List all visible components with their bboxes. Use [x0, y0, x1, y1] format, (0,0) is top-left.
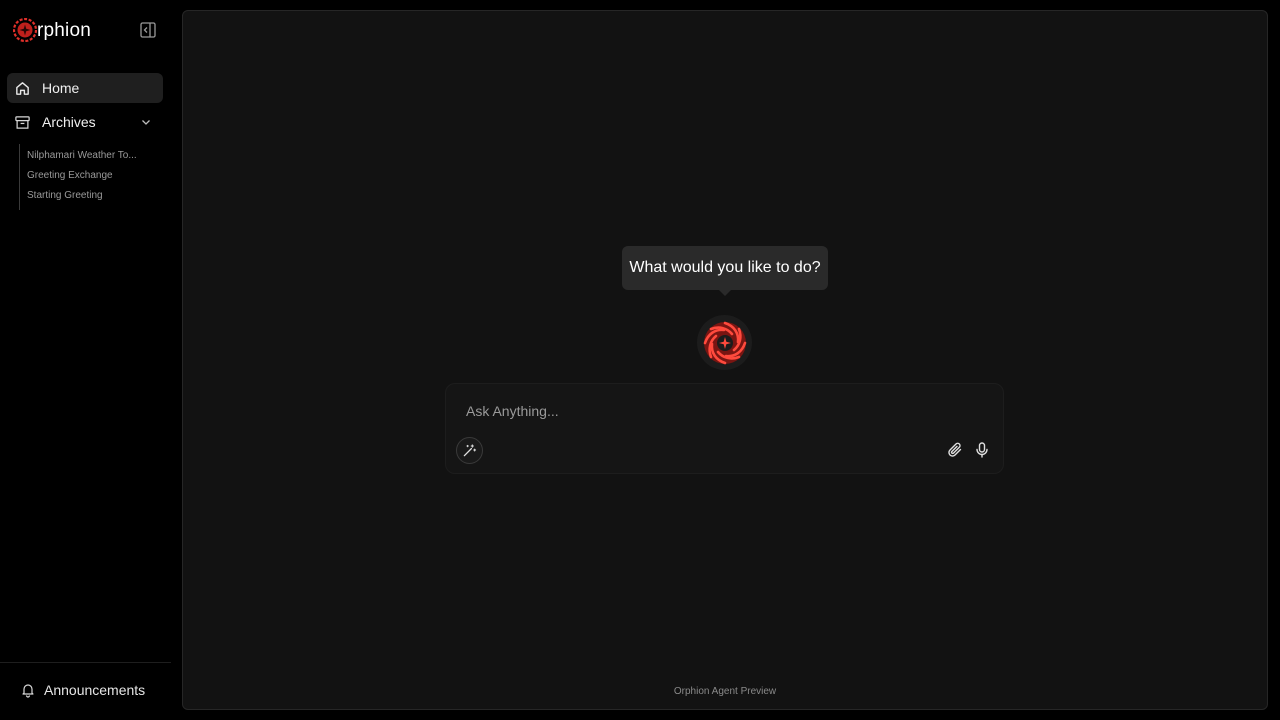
home-icon [13, 79, 31, 97]
prompt-bubble-tail [718, 289, 732, 296]
magic-wand-icon [463, 444, 477, 457]
announcements-label: Announcements [44, 682, 146, 698]
archive-item[interactable]: Starting Greeting [27, 190, 103, 201]
paperclip-icon[interactable] [946, 441, 964, 459]
brand-logo[interactable]: rphion [13, 17, 91, 43]
bell-icon [22, 684, 34, 698]
prompt-bubble: What would you like to do? [622, 246, 828, 290]
footer-caption: Orphion Agent Preview [673, 686, 777, 697]
announcements-button[interactable]: Announcements [20, 682, 145, 698]
sidebar: rphion Home Archives Nilphamari Weather … [0, 0, 172, 720]
chevron-down-icon[interactable] [139, 115, 153, 129]
archive-item[interactable]: Nilphamari Weather To... [27, 150, 139, 161]
orphion-swirl-icon [703, 321, 746, 364]
sidebar-item-archives[interactable]: Archives [7, 107, 163, 137]
sidebar-divider [0, 662, 171, 663]
sidebar-item-home[interactable]: Home [7, 73, 163, 103]
ask-input[interactable] [466, 400, 966, 422]
sidebar-collapse-icon[interactable] [139, 21, 157, 39]
archive-icon [13, 113, 31, 131]
sidebar-item-label: Archives [42, 114, 96, 130]
microphone-icon[interactable] [974, 441, 990, 459]
brand-name: rphion [37, 19, 92, 41]
magic-wand-button[interactable] [456, 437, 483, 464]
orphion-logo-icon [13, 18, 37, 42]
archive-item[interactable]: Greeting Exchange [27, 170, 113, 181]
agent-avatar [697, 315, 752, 370]
sidebar-item-label: Home [42, 80, 80, 96]
chat-composer [445, 383, 1004, 474]
